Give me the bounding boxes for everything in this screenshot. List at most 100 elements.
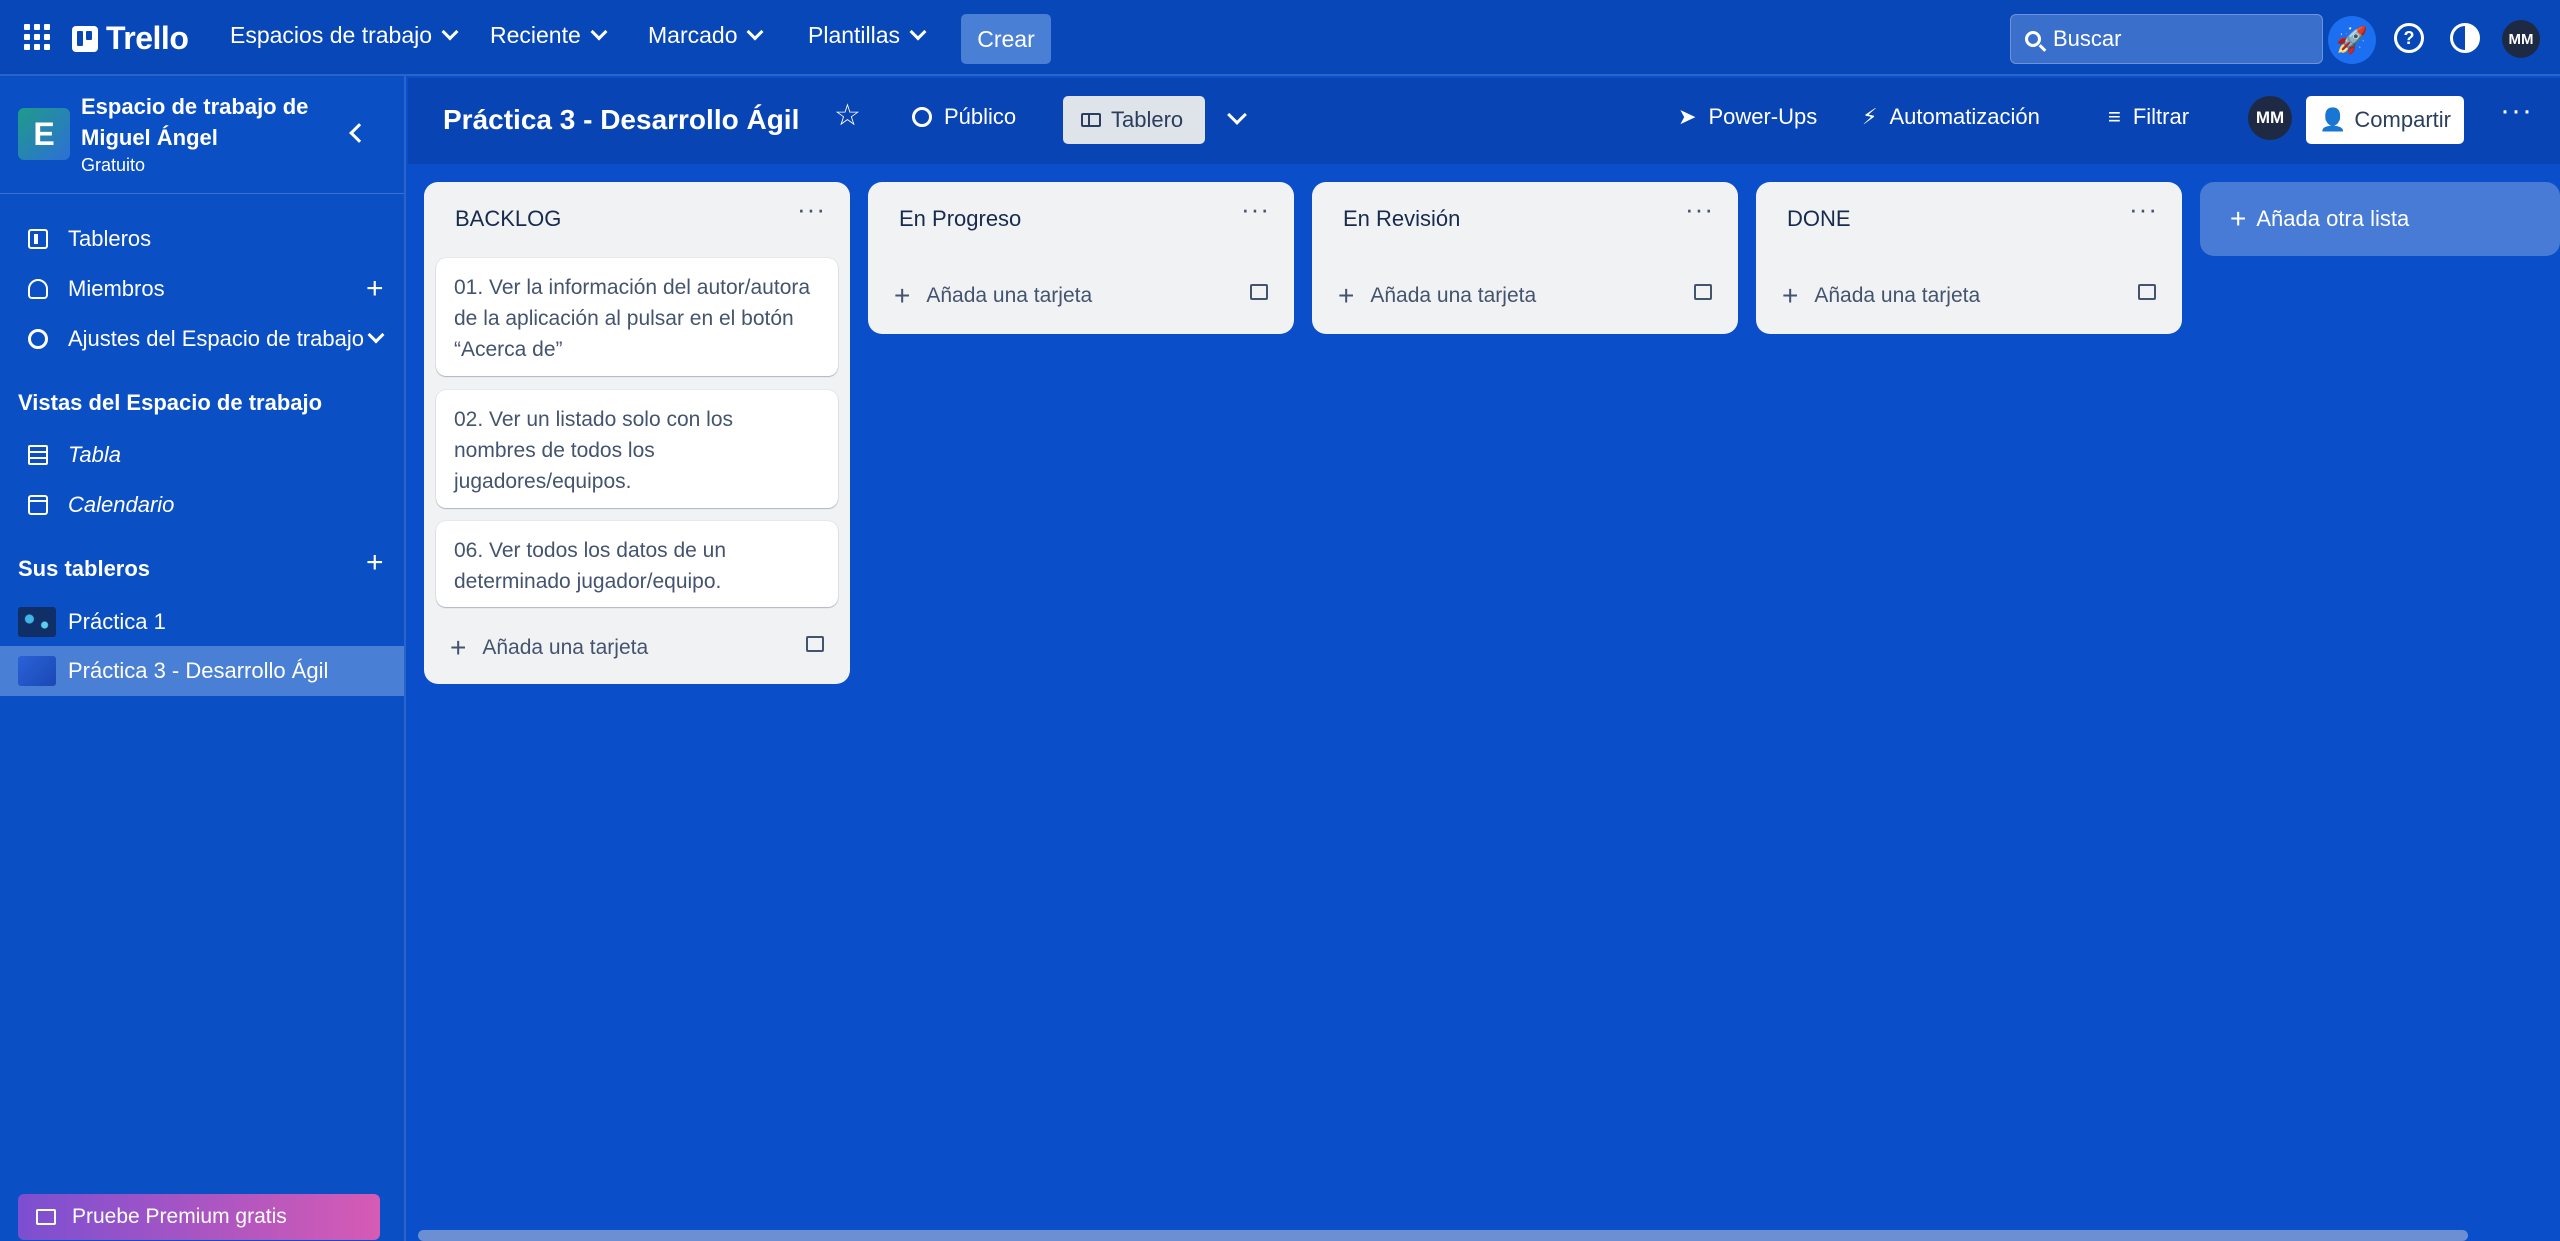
plus-icon: + — [450, 632, 467, 663]
list-menu-icon[interactable]: ··· — [2129, 194, 2158, 225]
plus-icon: + — [2230, 203, 2247, 234]
list-title[interactable]: En Progreso — [899, 206, 1021, 232]
lightning-icon: ⚡ — [1862, 104, 1878, 129]
board-thumbnail — [18, 607, 56, 637]
sidebar-board-practica-1[interactable]: Práctica 1 — [0, 598, 404, 646]
menu-templates[interactable]: Plantillas — [808, 22, 927, 49]
card-template-icon[interactable] — [806, 636, 824, 652]
card-template-icon[interactable] — [2138, 284, 2156, 300]
workspace-name[interactable]: Espacio de trabajo de Miguel Ángel — [81, 91, 331, 153]
collapse-sidebar-icon[interactable] — [349, 123, 369, 143]
add-person-icon: 👤 — [2319, 107, 2347, 132]
theme-toggle-icon[interactable] — [2450, 23, 2480, 53]
chevron-down-icon — [590, 23, 608, 40]
search-placeholder: Buscar — [2053, 26, 2122, 51]
share-label: Compartir — [2354, 107, 2451, 132]
premium-label: Pruebe Premium gratis — [72, 1205, 287, 1228]
menu-workspaces-label: Espacios de trabajo — [230, 22, 433, 48]
sidebar-board-practica-3[interactable]: Práctica 3 - Desarrollo Ágil — [0, 646, 404, 696]
workspace-sidebar: E Espacio de trabajo de Miguel Ángel Gra… — [0, 76, 406, 1241]
menu-workspaces[interactable]: Espacios de trabajo — [230, 22, 459, 49]
list-menu-icon[interactable]: ··· — [797, 194, 826, 225]
list-en-progreso: En Progreso ··· + Añada una tarjeta — [868, 182, 1294, 334]
add-card-label: Añada una tarjeta — [1370, 284, 1537, 307]
list-title[interactable]: BACKLOG — [455, 206, 561, 232]
trello-logo[interactable]: Trello — [72, 20, 189, 57]
sidebar-item-boards[interactable]: Tableros — [0, 215, 404, 263]
list-menu-icon[interactable]: ··· — [1685, 194, 1714, 225]
add-list-label: Añada otra lista — [2256, 206, 2410, 231]
sidebar-item-label: Calendario — [68, 492, 175, 517]
sidebar-item-table[interactable]: Tabla — [0, 431, 404, 479]
chevron-down-icon — [441, 23, 459, 40]
add-member-icon[interactable]: + — [366, 272, 384, 306]
sidebar-item-members[interactable]: Miembros + — [0, 265, 404, 313]
menu-templates-label: Plantillas — [808, 22, 901, 48]
add-card-button[interactable]: + Añada una tarjeta — [1782, 280, 1980, 312]
search-input[interactable]: Buscar — [2010, 14, 2323, 64]
card[interactable]: 01. Ver la información del autor/autora … — [436, 258, 838, 376]
board-view-button[interactable]: Tablero — [1063, 96, 1205, 144]
more-options-icon[interactable]: ··· — [2500, 94, 2533, 128]
sidebar-item-label: Práctica 1 — [68, 609, 166, 634]
board-header: Práctica 3 - Desarrollo Ágil ☆ Público T… — [408, 78, 2560, 164]
create-button[interactable]: Crear — [961, 14, 1051, 64]
plus-icon: + — [1782, 280, 1799, 311]
workspace-views-heading: Vistas del Espacio de trabajo — [18, 390, 323, 415]
paper-plane-icon: ➤ — [1678, 104, 1697, 129]
menu-starred[interactable]: Marcado — [648, 22, 764, 49]
board-title[interactable]: Práctica 3 - Desarrollo Ágil — [443, 104, 799, 136]
add-card-label: Añada una tarjeta — [1814, 284, 1981, 307]
chevron-down-icon[interactable] — [1227, 105, 1247, 125]
card[interactable]: 06. Ver todos los datos de un determinad… — [436, 521, 838, 607]
add-list-button[interactable]: + Añada otra lista — [2200, 182, 2560, 256]
visibility-button[interactable]: Público — [912, 104, 1016, 130]
account-avatar[interactable]: MM — [2502, 20, 2540, 58]
menu-recent[interactable]: Reciente — [490, 22, 608, 49]
star-icon[interactable]: ☆ — [834, 98, 861, 133]
add-card-label: Añada una tarjeta — [482, 636, 649, 659]
workspace-header: E Espacio de trabajo de Miguel Ángel Gra… — [0, 76, 404, 194]
gear-icon — [28, 329, 48, 349]
filter-button[interactable]: ≡ Filtrar — [2108, 104, 2189, 130]
automation-button[interactable]: ⚡ Automatización — [1862, 104, 2040, 130]
sidebar-item-calendar[interactable]: Calendario — [0, 481, 404, 529]
sidebar-item-settings[interactable]: Ajustes del Espacio de trabajo — [0, 315, 404, 363]
top-navigation-bar: Trello Espacios de trabajo Reciente Marc… — [0, 0, 2560, 76]
list-backlog: BACKLOG ··· 01. Ver la información del a… — [424, 182, 850, 684]
table-icon — [28, 445, 48, 465]
card-template-icon[interactable] — [1694, 284, 1712, 300]
horizontal-scrollbar[interactable] — [418, 1230, 2468, 1241]
card[interactable]: 02. Ver un listado solo con los nombres … — [436, 390, 838, 508]
add-board-icon[interactable]: + — [366, 546, 384, 580]
sidebar-item-label: Práctica 3 - Desarrollo Ágil — [68, 658, 329, 683]
your-boards-heading: Sus tableros — [18, 556, 151, 581]
menu-starred-label: Marcado — [648, 22, 738, 48]
menu-recent-label: Reciente — [490, 22, 581, 48]
list-menu-icon[interactable]: ··· — [1241, 194, 1270, 225]
list-title[interactable]: En Revisión — [1343, 206, 1460, 232]
share-button[interactable]: 👤 Compartir — [2306, 96, 2464, 144]
app-switcher-icon[interactable] — [24, 24, 50, 50]
filter-icon: ≡ — [2108, 104, 2121, 129]
try-premium-button[interactable]: Pruebe Premium gratis — [18, 1194, 380, 1240]
sidebar-item-label: Ajustes del Espacio de trabajo — [68, 326, 364, 351]
calendar-icon — [28, 495, 48, 515]
trello-logo-icon — [72, 25, 98, 52]
member-avatar[interactable]: MM — [2248, 96, 2292, 140]
sidebar-item-label: Tableros — [68, 226, 152, 251]
globe-icon — [912, 107, 932, 127]
filter-label: Filtrar — [2132, 104, 2190, 129]
board-icon — [28, 229, 48, 249]
list-title[interactable]: DONE — [1787, 206, 1851, 232]
help-icon[interactable]: ? — [2394, 23, 2424, 53]
add-card-button[interactable]: + Añada una tarjeta — [1338, 280, 1536, 312]
plus-icon: + — [894, 280, 911, 311]
add-card-button[interactable]: + Añada una tarjeta — [450, 632, 648, 664]
card-template-icon[interactable] — [1250, 284, 1268, 300]
add-card-button[interactable]: + Añada una tarjeta — [894, 280, 1092, 312]
powerups-button[interactable]: ➤ Power-Ups — [1678, 104, 1817, 130]
rocket-icon[interactable]: 🚀 — [2328, 16, 2376, 64]
person-icon — [28, 279, 48, 299]
chevron-down-icon — [909, 23, 927, 40]
